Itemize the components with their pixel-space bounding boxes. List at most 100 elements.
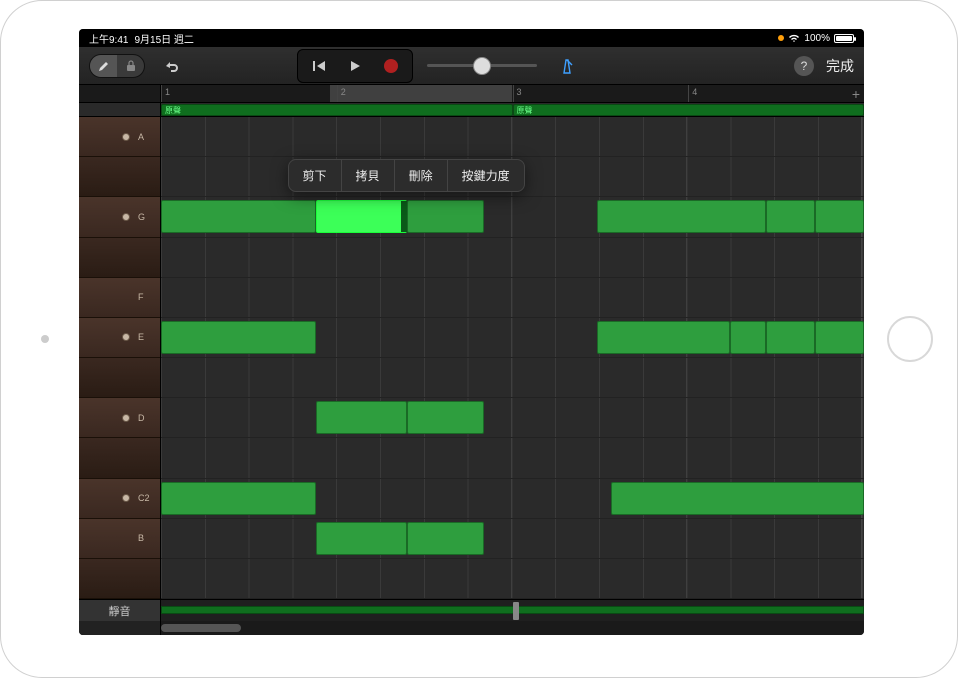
fret-dot-icon <box>122 213 130 221</box>
note[interactable] <box>161 200 316 233</box>
fret-row[interactable]: F <box>79 278 160 318</box>
note[interactable] <box>730 321 765 354</box>
ruler-bar-number: 2 <box>341 87 346 97</box>
note[interactable] <box>316 401 407 434</box>
fret-dot-icon <box>122 414 130 422</box>
status-date: 9月15日 週二 <box>134 31 193 46</box>
context-menu: 剪下 拷貝 刪除 按鍵力度 <box>288 159 525 192</box>
keys-column: A G F E D C2 B 靜音 <box>79 85 161 635</box>
fret-row[interactable]: D <box>79 398 160 438</box>
ruler-bar-number: 3 <box>517 87 522 97</box>
add-section-button[interactable]: + <box>852 87 860 101</box>
velocity-lane[interactable] <box>161 599 864 621</box>
note[interactable] <box>161 321 316 354</box>
region-clip[interactable]: 原聲 <box>161 104 513 116</box>
fret-row[interactable] <box>79 157 160 197</box>
record-button[interactable] <box>374 54 408 78</box>
record-icon <box>384 59 398 73</box>
context-cut[interactable]: 剪下 <box>289 160 342 191</box>
fret-label: C2 <box>138 493 150 503</box>
wifi-icon <box>788 34 800 43</box>
fret-row[interactable] <box>79 438 160 478</box>
note[interactable] <box>815 321 864 354</box>
grid-row[interactable] <box>161 278 864 318</box>
battery-percent: 100% <box>804 33 830 44</box>
battery-icon <box>834 34 854 43</box>
grid-row[interactable] <box>161 117 864 157</box>
fret-row[interactable]: C2 <box>79 479 160 519</box>
note[interactable] <box>407 401 484 434</box>
fret-label: B <box>138 533 150 543</box>
note-selected[interactable] <box>316 200 407 233</box>
status-time: 上午9:41 <box>89 31 128 46</box>
grid-row[interactable] <box>161 479 864 519</box>
note[interactable] <box>766 200 815 233</box>
ruler-bar-number: 4 <box>692 87 697 97</box>
fret-row[interactable]: G <box>79 197 160 237</box>
playhead-icon[interactable] <box>513 602 519 620</box>
fret-row[interactable] <box>79 358 160 398</box>
note[interactable] <box>597 200 766 233</box>
fret-label: E <box>138 332 150 342</box>
ruler[interactable]: + 1 2 3 4 <box>161 85 864 103</box>
fret-row[interactable]: B <box>79 519 160 559</box>
fret-row[interactable]: A <box>79 117 160 157</box>
metronome-button[interactable] <box>553 52 581 80</box>
context-copy[interactable]: 拷貝 <box>342 160 395 191</box>
context-delete[interactable]: 刪除 <box>395 160 448 191</box>
note[interactable] <box>766 321 815 354</box>
fretboard[interactable]: A G F E D C2 B <box>79 117 160 599</box>
home-button[interactable] <box>887 316 933 362</box>
fret-label: D <box>138 413 150 423</box>
grid-row[interactable] <box>161 238 864 278</box>
ruler-bar: 4 <box>688 85 689 102</box>
go-to-start-button[interactable] <box>302 54 336 78</box>
ruler-bar-number: 1 <box>165 87 170 97</box>
help-button[interactable]: ? <box>794 56 814 76</box>
fret-row[interactable] <box>79 559 160 599</box>
fret-dot-icon <box>122 333 130 341</box>
note[interactable] <box>815 200 864 233</box>
grid-row[interactable] <box>161 197 864 237</box>
toolbar: ? 完成 <box>79 47 864 85</box>
note[interactable] <box>611 482 864 515</box>
mute-row-label[interactable]: 靜音 <box>79 599 160 621</box>
master-volume-slider[interactable] <box>427 56 537 76</box>
note[interactable] <box>316 522 407 555</box>
region-clip[interactable]: 原聲 <box>513 104 865 116</box>
lock-icon[interactable] <box>117 55 144 77</box>
grid-row[interactable] <box>161 438 864 478</box>
pencil-icon[interactable] <box>90 55 117 77</box>
ruler-bar: 3 <box>513 85 514 102</box>
edit-mode-toggle[interactable] <box>89 54 145 78</box>
fret-row[interactable]: E <box>79 318 160 358</box>
ipad-frame: 上午9:41 9月15日 週二 100% <box>0 0 958 678</box>
recording-indicator-icon <box>778 35 784 41</box>
play-button[interactable] <box>338 54 372 78</box>
fret-dot-icon <box>122 494 130 502</box>
grid-row[interactable] <box>161 519 864 559</box>
status-bar: 上午9:41 9月15日 週二 100% <box>79 29 864 47</box>
undo-button[interactable] <box>157 52 185 80</box>
app-screen: 上午9:41 9月15日 週二 100% <box>79 29 864 635</box>
grid-row[interactable] <box>161 398 864 438</box>
note[interactable] <box>161 482 316 515</box>
done-button[interactable]: 完成 <box>826 56 854 76</box>
ruler-bar: 2 <box>337 85 338 102</box>
fret-label: G <box>138 212 150 222</box>
grid-row[interactable] <box>161 318 864 358</box>
note[interactable] <box>407 522 484 555</box>
note[interactable] <box>597 321 731 354</box>
region-header[interactable]: 原聲原聲 <box>161 103 864 117</box>
ruler-bar: 1 <box>161 85 162 102</box>
note-grid[interactable]: 剪下 拷貝 刪除 按鍵力度 <box>161 117 864 599</box>
note[interactable] <box>407 200 484 233</box>
context-velocity[interactable]: 按鍵力度 <box>448 160 524 191</box>
fret-row[interactable] <box>79 238 160 278</box>
grid-row[interactable] <box>161 358 864 398</box>
cycle-locator[interactable] <box>330 85 513 102</box>
grid-column: + 1 2 3 4 原聲原聲 剪下 拷貝 刪除 按鍵力度 <box>161 85 864 635</box>
scrollbar-thumb[interactable] <box>161 624 241 632</box>
grid-row[interactable] <box>161 559 864 599</box>
horizontal-scrollbar[interactable] <box>161 621 864 635</box>
